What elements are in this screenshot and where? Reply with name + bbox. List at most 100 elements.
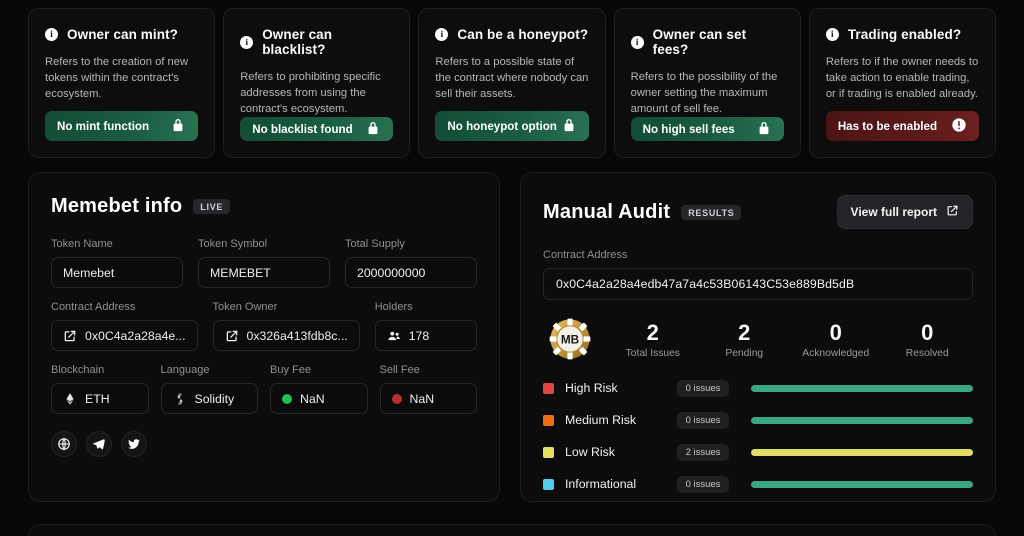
status-card-title: Owner can set fees? bbox=[652, 27, 747, 57]
risk-row: Low Risk 2 issues bbox=[543, 436, 973, 468]
lock-icon bbox=[561, 117, 577, 136]
status-badge[interactable]: No blacklist found bbox=[240, 117, 394, 141]
field-label: Blockchain bbox=[51, 364, 105, 376]
manual-audit-title: Manual Audit bbox=[543, 200, 671, 223]
field-group: Holders 178 bbox=[374, 301, 478, 351]
risk-bar bbox=[751, 448, 973, 456]
risk-issue-count: 2 issues bbox=[677, 443, 730, 461]
field-label: Total Supply bbox=[345, 238, 405, 250]
field-value-box[interactable]: NaN bbox=[270, 383, 368, 414]
token-info-panel: Memebet info LIVE Token Name Memebet Token… bbox=[28, 172, 501, 502]
fee-status-dot bbox=[282, 393, 292, 404]
status-card: i Can be a honeypot? Refers to a possible … bbox=[418, 8, 606, 158]
status-badge-label: No mint function bbox=[57, 119, 150, 133]
users-icon bbox=[387, 329, 401, 343]
risk-row: Informational 0 issues bbox=[543, 468, 973, 500]
audit-dashboard: i Owner can mint? Refers to the creation o… bbox=[0, 0, 1024, 536]
info-icon[interactable]: i bbox=[630, 35, 644, 49]
view-full-report-label: View full report bbox=[850, 205, 937, 219]
risk-issue-count: 0 issues bbox=[677, 475, 730, 493]
field-group: Token Owner 0x326a413fdb8c... bbox=[212, 301, 360, 351]
social-link-website[interactable] bbox=[51, 431, 77, 457]
field-value: NaN bbox=[300, 391, 325, 406]
status-card-description: Refers to if the owner needs to take act… bbox=[825, 56, 979, 100]
field-group: Buy Fee NaN bbox=[270, 364, 368, 414]
field-value: 0x0C4a2a28a4e... bbox=[85, 328, 186, 343]
field-value-box[interactable]: 0x326a413fdb8c... bbox=[212, 320, 360, 351]
field-label: Language bbox=[160, 364, 210, 376]
lock-icon bbox=[365, 120, 381, 139]
social-link-twitter[interactable] bbox=[121, 431, 147, 457]
status-card-description: Refers to the creation of new tokens wit… bbox=[45, 56, 189, 100]
audit-stat-label: Pending bbox=[725, 347, 764, 359]
status-card-header: i Trading enabled? bbox=[825, 27, 979, 42]
info-icon[interactable]: i bbox=[240, 35, 254, 49]
alert-icon bbox=[951, 117, 967, 136]
status-badge-label: Has to be enabled bbox=[837, 119, 938, 133]
field-group: Token Symbol MEMEBET bbox=[198, 238, 330, 288]
audit-stats-row: MB 2 Total Issues 2 Pending 0 Acknowledged 0 Re… bbox=[543, 318, 973, 360]
view-full-report-button[interactable]: View full report bbox=[836, 195, 973, 229]
info-icon[interactable]: i bbox=[825, 28, 839, 41]
status-badge[interactable]: Has to be enabled bbox=[825, 111, 980, 141]
status-badge-label: No blacklist found bbox=[252, 122, 353, 136]
token-fields-row-1: Token Name Memebet Token Symbol MEMEBET Tota… bbox=[51, 238, 477, 288]
status-card: i Owner can blacklist? Refers to prohibiti… bbox=[223, 8, 411, 158]
audit-stat: 2 Pending bbox=[699, 320, 791, 359]
contract-address-box[interactable]: 0x0C4a2a28a4edb47a7a4c53B06143C53e889Bd5… bbox=[543, 268, 973, 300]
status-card-header: i Can be a honeypot? bbox=[435, 27, 588, 42]
field-label: Token Name bbox=[51, 238, 113, 250]
field-value: MEMEBET bbox=[210, 265, 271, 280]
status-card-header: i Owner can set fees? bbox=[630, 27, 784, 57]
lock-icon bbox=[756, 120, 772, 139]
status-card: i Owner can mint? Refers to the creation o… bbox=[28, 8, 216, 158]
info-icon[interactable]: i bbox=[435, 28, 449, 41]
field-label: Sell Fee bbox=[379, 364, 420, 376]
risk-label: Low Risk bbox=[565, 445, 615, 459]
field-label: Token Owner bbox=[212, 301, 278, 313]
field-value-box[interactable]: NaN bbox=[379, 383, 478, 414]
field-value: 0x326a413fdb8c... bbox=[246, 328, 348, 343]
audit-stat-label: Total Issues bbox=[625, 347, 680, 359]
main-panels: Memebet info LIVE Token Name Memebet Token… bbox=[28, 172, 996, 502]
field-value-box[interactable]: Memebet bbox=[51, 257, 183, 288]
field-label: Contract Address bbox=[51, 301, 136, 313]
ethereum-icon bbox=[63, 392, 77, 406]
audit-stat-value: 0 bbox=[921, 319, 934, 345]
website-icon bbox=[57, 437, 71, 451]
field-label: Buy Fee bbox=[270, 364, 311, 376]
status-badge[interactable]: No honeypot option bbox=[435, 111, 589, 141]
field-value-box[interactable]: MEMEBET bbox=[198, 257, 330, 288]
field-value: NaN bbox=[409, 391, 435, 406]
field-label: Holders bbox=[374, 301, 413, 313]
status-card-description: Refers to prohibiting specific addresses… bbox=[240, 71, 381, 115]
status-card-header: i Owner can mint? bbox=[45, 27, 198, 42]
live-badge: LIVE bbox=[193, 199, 231, 214]
external-link-icon bbox=[225, 329, 239, 343]
token-fields-row-3: Blockchain ETH Language Solidity Buy Fee NaN S… bbox=[51, 364, 478, 414]
risk-issue-count: 0 issues bbox=[677, 411, 730, 429]
status-card-description: Refers to the possibility of the owner s… bbox=[630, 71, 778, 115]
info-icon[interactable]: i bbox=[45, 28, 58, 41]
field-group: Contract Address 0x0C4a2a28a4e... bbox=[51, 301, 198, 351]
risk-row: High Risk 0 issues bbox=[543, 372, 973, 404]
field-value: ETH bbox=[85, 391, 110, 406]
social-link-telegram[interactable] bbox=[86, 431, 112, 457]
risk-swatch bbox=[543, 478, 555, 490]
token-info-header: Memebet info LIVE bbox=[51, 195, 477, 218]
solidity-icon bbox=[173, 392, 187, 406]
field-value-box[interactable]: Solidity bbox=[160, 383, 258, 414]
page-title: Memebet info bbox=[51, 195, 183, 217]
status-badge[interactable]: No mint function bbox=[45, 111, 199, 141]
field-value-box[interactable]: ETH bbox=[51, 383, 149, 414]
status-card-title: Owner can mint? bbox=[67, 27, 179, 42]
field-value-box[interactable]: 178 bbox=[374, 320, 478, 351]
field-group: Token Name Memebet bbox=[51, 238, 183, 288]
field-value-box[interactable]: 2000000000 bbox=[345, 257, 477, 288]
status-badge[interactable]: No high sell fees bbox=[630, 117, 784, 141]
field-value-box[interactable]: 0x0C4a2a28a4e... bbox=[51, 320, 198, 351]
risk-label: Informational bbox=[565, 477, 637, 491]
field-group: Sell Fee NaN bbox=[379, 364, 478, 414]
risk-label: Medium Risk bbox=[565, 413, 637, 427]
risk-label: High Risk bbox=[565, 381, 618, 395]
